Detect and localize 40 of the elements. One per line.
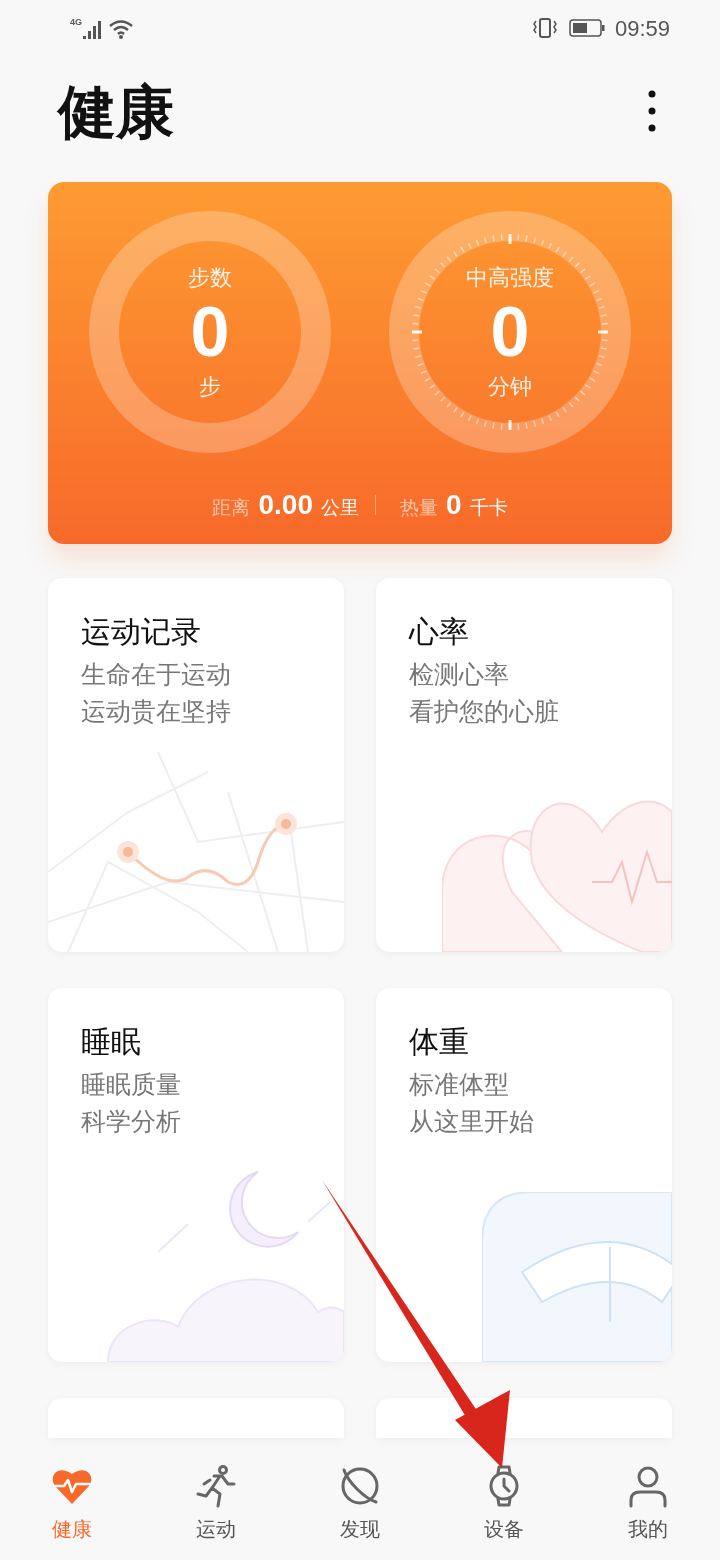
- nav-tab[interactable]: 运动: [144, 1448, 288, 1560]
- nav-tab[interactable]: 我的: [576, 1448, 720, 1560]
- card-subtitle: 检测心率: [409, 659, 510, 690]
- stat-unit: 千卡: [469, 496, 508, 520]
- card-title: 睡眠: [81, 1024, 142, 1060]
- stat-label: 热量: [399, 496, 438, 520]
- wifi-icon: [108, 18, 134, 39]
- card-subtitle: 从这里开始: [409, 1106, 535, 1137]
- vibrate-icon: [530, 17, 559, 39]
- status-time: 09:59: [614, 14, 670, 43]
- network-type: 4G: [70, 17, 82, 27]
- card-title: 运动记录: [81, 614, 202, 650]
- ring-unit: 分钟: [488, 373, 532, 401]
- card-title: 体重: [409, 1024, 470, 1060]
- feature-card[interactable]: 体重 标准体型 从这里开始: [376, 988, 672, 1362]
- nav-tab[interactable]: 发现: [288, 1448, 432, 1560]
- feature-card[interactable]: 心率 检测心率 看护您的心脏: [376, 578, 672, 952]
- card-subtitle: 睡眠质量: [81, 1069, 182, 1100]
- feature-card[interactable]: 睡眠 睡眠质量 科学分析: [48, 988, 344, 1362]
- feature-card[interactable]: 运动记录 生命在于运动 运动贵在坚持: [48, 578, 344, 952]
- ring-label: 中高强度: [466, 264, 554, 292]
- nav-tab[interactable]: 设备: [432, 1448, 576, 1560]
- signal-icon: [83, 20, 103, 39]
- ring-unit: 步: [199, 373, 221, 401]
- stat-label: 距离: [212, 496, 251, 520]
- card-subtitle: 科学分析: [81, 1106, 182, 1137]
- card-subtitle: 生命在于运动: [81, 659, 232, 690]
- page-title: 健康: [58, 77, 174, 146]
- stat-unit: 公里: [320, 496, 359, 520]
- card-subtitle: 标准体型: [409, 1069, 510, 1100]
- ring-value: 0: [490, 294, 530, 370]
- stat-value: 0: [445, 488, 462, 522]
- card-subtitle: 看护您的心脏: [409, 696, 560, 727]
- battery-icon: [568, 18, 605, 38]
- card-title: 心率: [409, 614, 470, 650]
- stat-value: 0.00: [258, 488, 313, 522]
- card-subtitle: 运动贵在坚持: [81, 696, 232, 727]
- running-person-icon: [194, 1464, 238, 1508]
- ring-value: 0: [190, 294, 230, 370]
- ring-label: 步数: [188, 264, 232, 292]
